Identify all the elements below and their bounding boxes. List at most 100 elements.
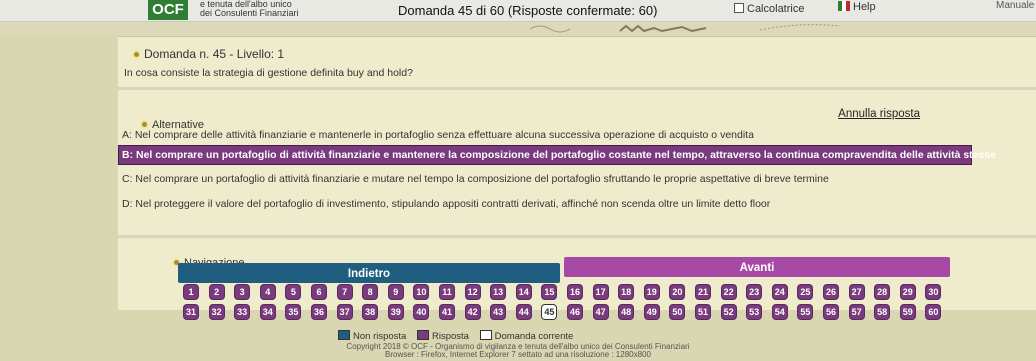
question-number-button[interactable]: 29 — [900, 285, 915, 299]
question-number-button[interactable]: 46 — [568, 305, 582, 319]
question-number-button[interactable]: 37 — [337, 305, 352, 319]
footer: Copyright 2018 © OCF - Organismo di vigi… — [0, 343, 1036, 359]
help-label: Help — [853, 1, 876, 13]
footer-browser-note: Browser : Firefox, Internet Explorer 7 s… — [385, 350, 651, 359]
calculator-button[interactable]: Calcolatrice — [734, 3, 804, 15]
question-number-button[interactable]: 7 — [337, 285, 352, 299]
cancel-answer-link[interactable]: Annulla risposta — [838, 108, 920, 120]
question-number-button[interactable]: 30 — [926, 285, 941, 299]
question-number-button[interactable]: 12 — [465, 285, 480, 299]
manual-link[interactable]: Manuale — [996, 0, 1034, 11]
question-number-button[interactable]: 47 — [593, 305, 608, 319]
question-number-button[interactable]: 16 — [568, 285, 582, 299]
question-number-button[interactable]: 38 — [363, 305, 378, 319]
question-number-button[interactable]: 32 — [209, 305, 224, 319]
question-number-button[interactable]: 39 — [388, 305, 403, 319]
question-number-button[interactable]: 11 — [440, 285, 454, 299]
question-number-button[interactable]: 49 — [644, 305, 659, 319]
question-number-button[interactable]: 59 — [900, 305, 915, 319]
question-number-button[interactable]: 3 — [235, 285, 250, 299]
bullet-icon — [132, 50, 141, 59]
question-number-button[interactable]: 52 — [721, 305, 736, 319]
question-number-button[interactable]: 26 — [824, 285, 838, 299]
divider — [118, 87, 1036, 90]
legend-not-answered: Non risposta — [353, 331, 407, 342]
org-line-2: dei Consulenti Finanziari — [200, 8, 299, 18]
answer-option-c[interactable]: C: Nel comprare un portafoglio di attivi… — [122, 173, 829, 185]
divider — [118, 235, 1036, 238]
question-number-button[interactable]: 4 — [260, 285, 275, 299]
question-number-button[interactable]: 19 — [644, 285, 659, 299]
legend-answered: Risposta — [431, 331, 469, 342]
question-number-button[interactable]: 35 — [286, 305, 301, 319]
decorative-band — [0, 22, 1036, 36]
question-number-button[interactable]: 18 — [619, 285, 634, 299]
question-number-button[interactable]: 28 — [875, 285, 890, 299]
answer-option-a[interactable]: A: Nel comprare delle attività finanziar… — [122, 129, 754, 141]
question-number-button[interactable]: 57 — [849, 305, 864, 319]
question-number-button[interactable]: 22 — [721, 285, 736, 299]
question-grid-row: 31 32 33 34 35 36 37 38 39 40 41 42 43 44 45 46 47 48 49 50… — [184, 305, 956, 323]
back-button[interactable]: Indietro — [178, 263, 560, 283]
question-number-button[interactable]: 44 — [516, 305, 531, 319]
question-number-button[interactable]: 42 — [465, 305, 480, 319]
page-title: Domanda 45 di 60 (Risposte confermate: 6… — [398, 3, 658, 18]
question-number-button[interactable]: 53 — [747, 305, 762, 319]
calculator-label: Calcolatrice — [747, 3, 805, 15]
question-number-button[interactable]: 10 — [414, 285, 429, 299]
question-number-button[interactable]: 36 — [312, 305, 326, 319]
ocf-logo: OCF — [148, 0, 188, 20]
question-number-button[interactable]: 33 — [235, 305, 250, 319]
question-number-button[interactable]: 21 — [696, 285, 710, 299]
question-number-button[interactable]: 55 — [798, 305, 813, 319]
question-number-button[interactable]: 9 — [388, 285, 403, 299]
help-button[interactable]: Help — [838, 1, 876, 13]
question-number-button[interactable]: 41 — [440, 305, 454, 319]
question-number-button[interactable]: 27 — [849, 285, 864, 299]
calculator-icon — [734, 3, 744, 13]
legend-swatch-answered — [416, 330, 429, 340]
legend-current: Domanda corrente — [494, 331, 574, 342]
question-number-button[interactable]: 50 — [670, 305, 685, 319]
question-number-button[interactable]: 51 — [696, 305, 710, 319]
question-number-button[interactable]: 1 — [184, 285, 198, 299]
question-number-button[interactable]: 48 — [619, 305, 634, 319]
question-panel: Domanda n. 45 - Livello: 1 In cosa consi… — [118, 36, 1036, 319]
question-number-button[interactable]: 24 — [772, 285, 787, 299]
org-name: e tenuta dell'albo unico dei Consulenti … — [200, 0, 299, 18]
answer-option-d[interactable]: D: Nel proteggere il valore del portafog… — [122, 198, 770, 210]
question-number-button[interactable]: 15 — [542, 285, 557, 299]
question-number-button[interactable]: 58 — [875, 305, 890, 319]
answer-option-b[interactable]: B: Nel comprare un portafoglio di attivi… — [118, 145, 996, 165]
question-heading-text: Domanda n. 45 - Livello: 1 — [144, 47, 285, 61]
legend-swatch-current — [479, 330, 492, 340]
question-number-button[interactable]: 56 — [824, 305, 838, 319]
top-bar: OCF e tenuta dell'albo unico dei Consule… — [0, 0, 1036, 22]
question-text: In cosa consiste la strategia di gestion… — [124, 67, 413, 79]
question-number-button[interactable]: 23 — [747, 285, 762, 299]
question-number-button[interactable]: 34 — [260, 305, 275, 319]
question-number-button[interactable]: 6 — [312, 285, 326, 299]
question-number-button[interactable]: 14 — [516, 285, 531, 299]
bullet-icon — [140, 120, 149, 129]
question-heading: Domanda n. 45 - Livello: 1 — [132, 47, 284, 61]
question-number-button[interactable]: 40 — [414, 305, 429, 319]
question-number-button[interactable]: 54 — [772, 305, 787, 319]
question-number-button[interactable]: 5 — [286, 285, 301, 299]
question-number-button[interactable]: 17 — [593, 285, 608, 299]
question-number-button[interactable]: 25 — [798, 285, 813, 299]
flag-icon — [838, 1, 850, 11]
question-number-button[interactable]: 43 — [491, 305, 506, 319]
question-number-button[interactable]: 13 — [491, 285, 506, 299]
question-number-button[interactable]: 60 — [926, 305, 941, 319]
question-number-button[interactable]: 8 — [363, 285, 378, 299]
question-number-button[interactable]: 45 — [542, 305, 557, 319]
decorative-pattern — [529, 24, 841, 33]
legend-swatch-not-answered — [338, 330, 350, 340]
next-button[interactable]: Avanti — [564, 257, 950, 277]
question-grid-row: 1 2 3 4 5 6 7 8 9 10 11 12 13 14 15 16 17 18 19 20 21 22 23 24 2… — [184, 285, 956, 303]
question-number-button[interactable]: 31 — [184, 305, 198, 319]
question-number-button[interactable]: 2 — [209, 285, 224, 299]
legend: Non risposta Risposta Domanda corrente — [338, 330, 573, 342]
question-number-button[interactable]: 20 — [670, 285, 685, 299]
